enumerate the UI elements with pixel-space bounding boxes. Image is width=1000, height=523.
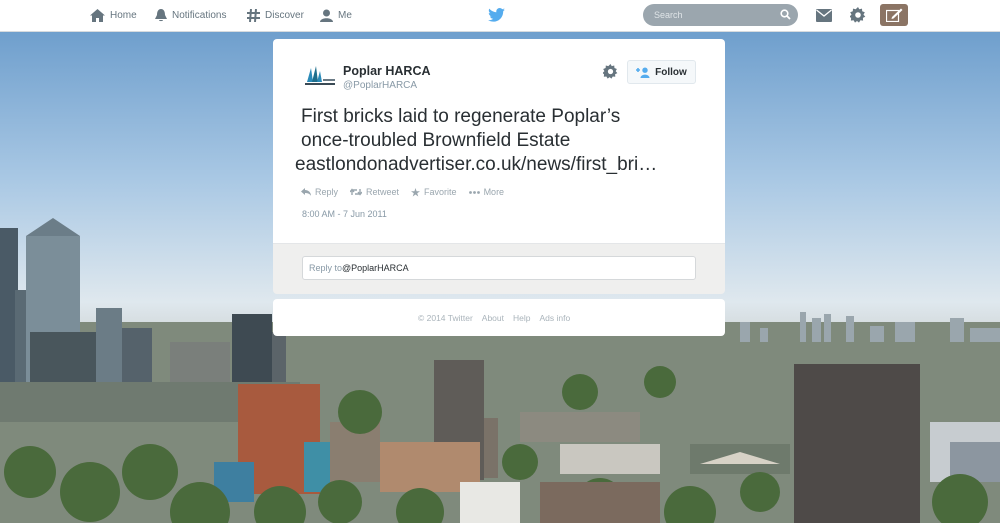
author-name[interactable]: Poplar HARCA	[343, 64, 431, 78]
user-actions-gear-icon[interactable]	[603, 64, 618, 79]
reply-action[interactable]: Reply	[301, 187, 338, 197]
nav-notifications[interactable]: Notifications	[155, 0, 226, 31]
nav-me-label: Me	[338, 10, 352, 21]
home-icon	[90, 9, 105, 22]
hashtag-icon	[247, 9, 260, 22]
search-input[interactable]	[652, 9, 776, 21]
compose-tweet-button[interactable]	[880, 4, 908, 26]
footer-help-link[interactable]: Help	[513, 313, 530, 323]
direct-messages-icon[interactable]	[816, 9, 832, 22]
nav-notifications-label: Notifications	[172, 10, 227, 21]
search-field[interactable]	[643, 4, 798, 26]
nav-home-label: Home	[110, 10, 137, 21]
retweet-action[interactable]: Retweet	[350, 187, 399, 197]
more-action[interactable]: More	[468, 187, 505, 197]
reply-input-prefix: Reply to	[309, 263, 343, 273]
favorite-action[interactable]: Favorite	[411, 187, 457, 197]
author-handle[interactable]: @PoplarHARCA	[343, 80, 417, 91]
profile-avatar[interactable]	[301, 62, 337, 90]
follow-button-label: Follow	[655, 66, 687, 78]
tweet-text: First bricks laid to regenerate Poplar’s…	[301, 105, 701, 153]
search-icon[interactable]	[780, 9, 791, 20]
retweet-label: Retweet	[366, 187, 400, 197]
tweet-link[interactable]: eastlondonadvertiser.co.uk/news/first_br…	[295, 153, 657, 177]
tweet-actions: Reply Retweet Favorite More	[301, 187, 516, 197]
tweet-timestamp[interactable]: 8:00 AM - 7 Jun 2011	[302, 209, 387, 219]
settings-gear-icon[interactable]	[850, 7, 866, 23]
footer-links: © 2014 Twitter About Help Ads info	[418, 313, 579, 323]
nav-me[interactable]: Me	[320, 0, 352, 31]
reply-input-mention: @PoplarHARCA	[342, 263, 409, 273]
footer-ads-link[interactable]: Ads info	[539, 313, 570, 323]
tweet-text-line-1: First bricks laid to regenerate Poplar’s	[301, 106, 621, 127]
reply-input[interactable]: Reply to @PoplarHARCA	[302, 256, 696, 280]
follow-person-plus-icon	[636, 67, 650, 78]
tweet-text-line-2: once-troubled Brownfield Estate	[301, 130, 571, 151]
more-dots-icon	[468, 190, 480, 194]
compose-quill-icon	[885, 8, 902, 22]
person-icon	[320, 9, 333, 22]
retweet-icon	[350, 188, 363, 196]
follow-button[interactable]: Follow	[627, 60, 696, 84]
favorite-label: Favorite	[424, 187, 457, 197]
footer-about-link[interactable]: About	[482, 313, 504, 323]
top-navigation-bar: Home Notifications Discover Me	[0, 0, 1000, 32]
more-label: More	[483, 187, 505, 197]
nav-discover[interactable]: Discover	[247, 0, 304, 31]
footer-copyright: © 2014 Twitter	[418, 313, 473, 323]
star-icon	[411, 187, 421, 197]
nav-discover-label: Discover	[265, 10, 304, 21]
bell-icon	[155, 9, 167, 22]
reply-arrow-icon	[301, 188, 311, 196]
reply-label: Reply	[315, 187, 339, 197]
twitter-bird-icon[interactable]	[488, 8, 505, 22]
nav-home[interactable]: Home	[90, 0, 137, 31]
